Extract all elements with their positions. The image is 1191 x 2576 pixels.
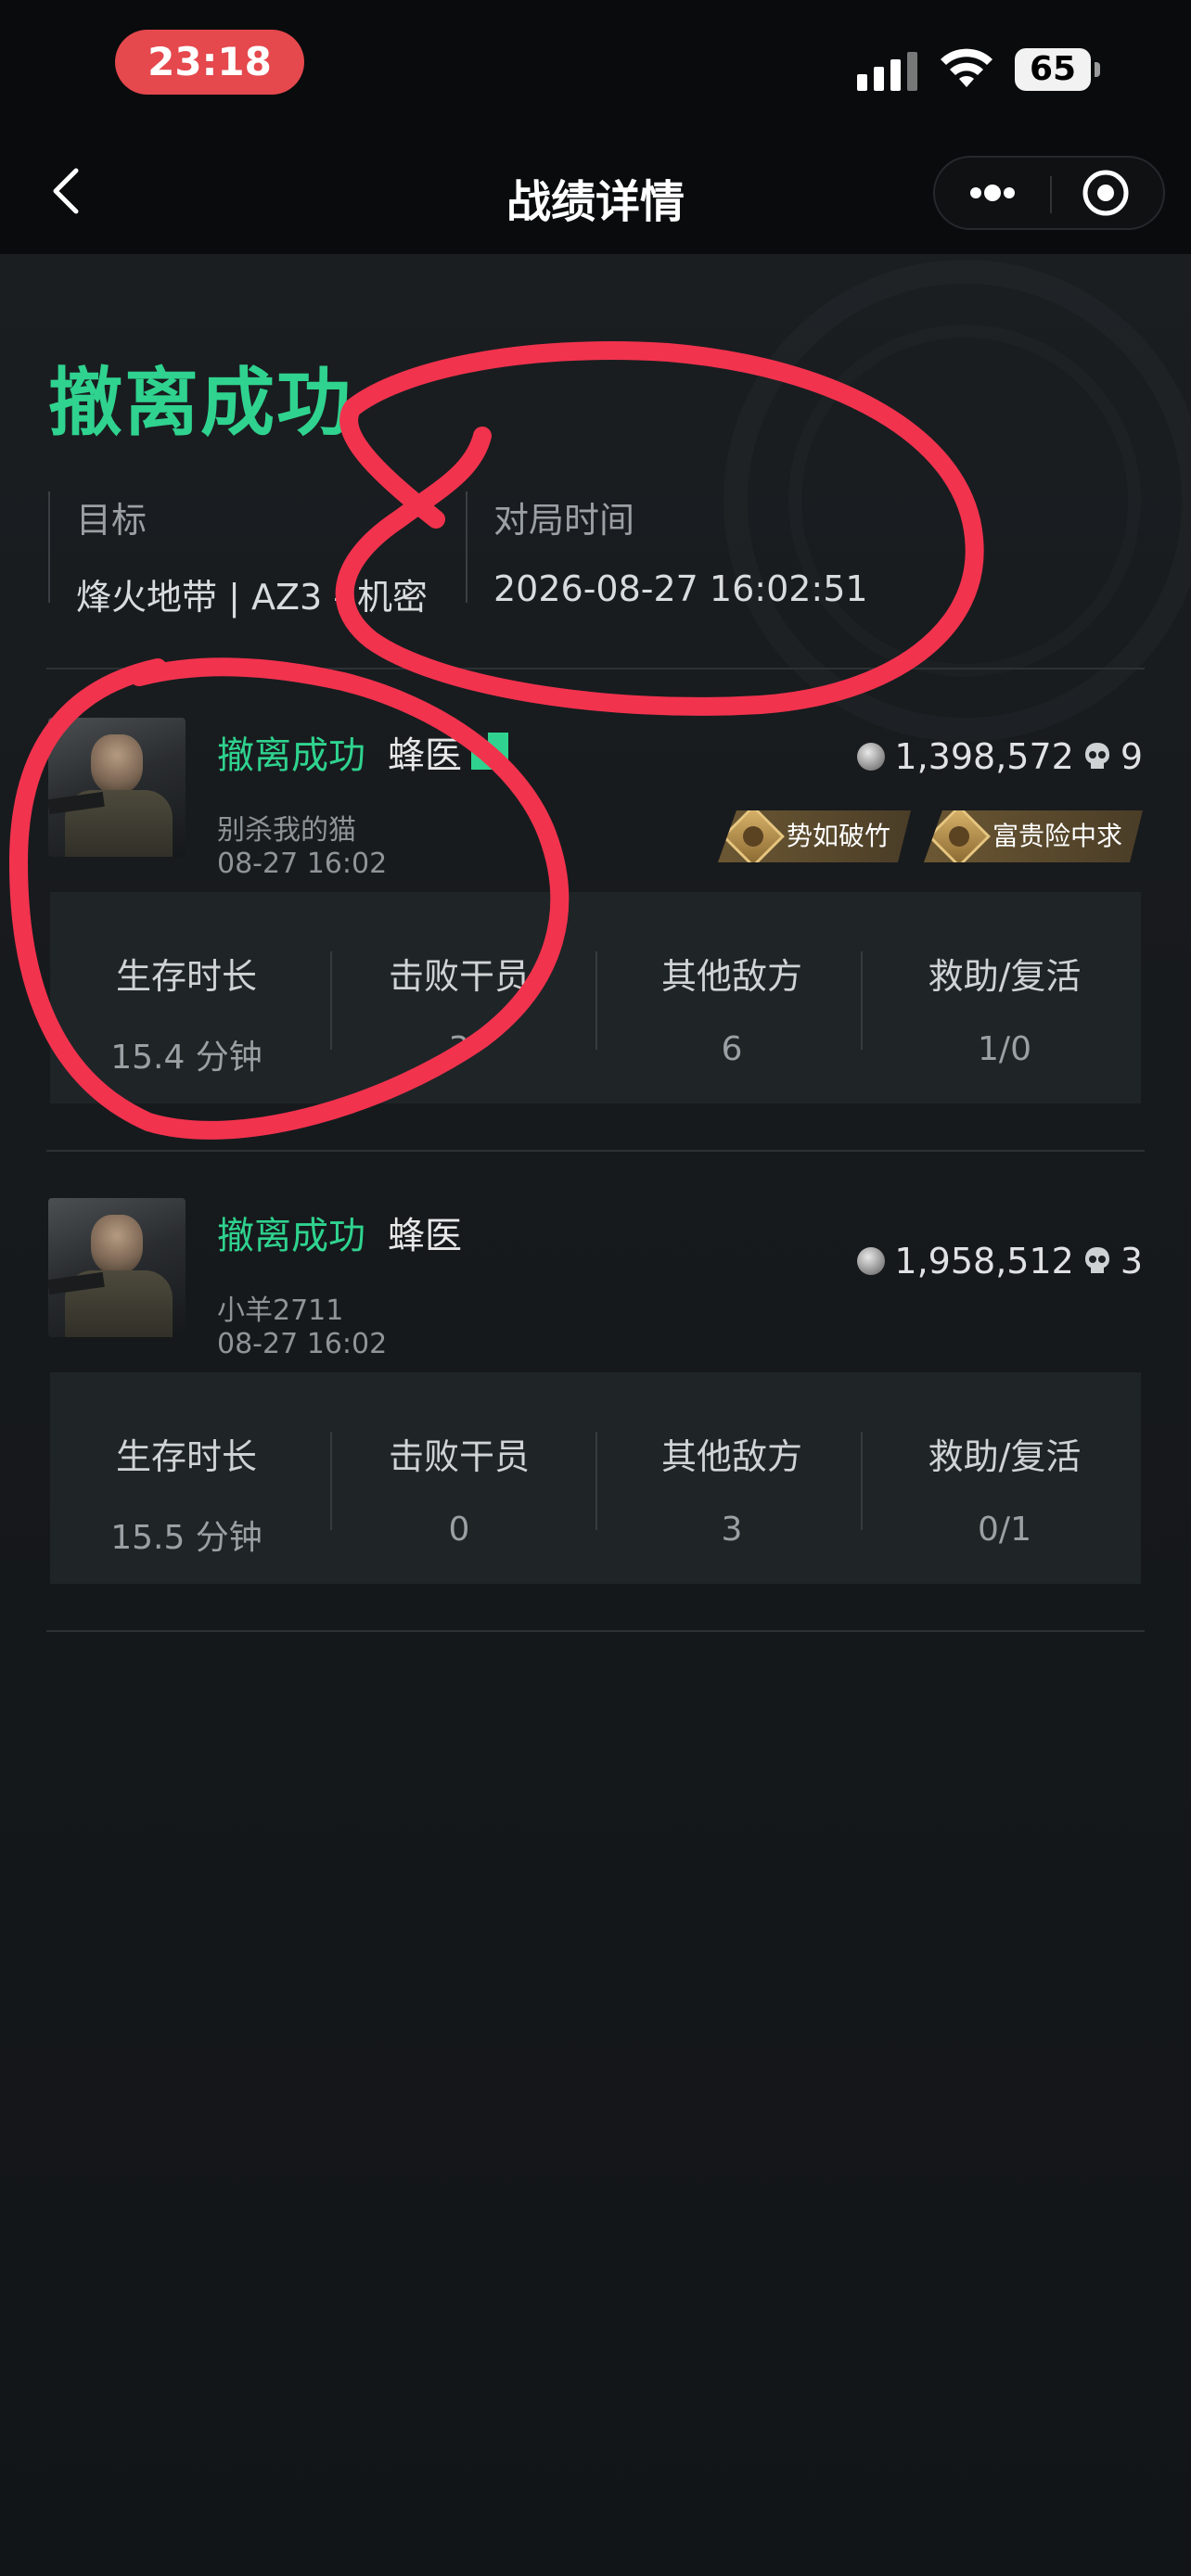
stat-value: 6	[721, 1030, 743, 1068]
status-time: 23:18	[115, 30, 304, 95]
stat-operators-defeated: 击败干员 0	[323, 1372, 596, 1584]
stat-value: 15.5 分钟	[110, 1519, 263, 1557]
kills-value: 3	[1120, 1241, 1143, 1282]
stats-panel: 生存时长 15.4 分钟 击败干员 3 其他敌方 6 救助/复活 1/0	[50, 892, 1141, 1103]
player-assets: 1,958,512 3	[857, 1241, 1143, 1282]
stat-label: 其他敌方	[660, 956, 802, 997]
stat-value: 0/1	[978, 1511, 1031, 1549]
more-dots-icon[interactable]	[935, 158, 1050, 228]
divider	[46, 668, 1145, 670]
player-name: 别杀我的猫	[217, 814, 356, 847]
target-close-icon[interactable]	[1052, 158, 1165, 228]
assets-value: 1,398,572	[894, 736, 1074, 777]
battery-indicator: 65	[1015, 48, 1100, 91]
wifi-icon	[941, 48, 992, 87]
nav-bar: 战绩详情	[0, 130, 1191, 254]
medal-icon	[722, 805, 785, 868]
stat-label: 救助/复活	[928, 1436, 1082, 1477]
role-tag-icon	[471, 733, 508, 770]
skull-icon	[1084, 1247, 1109, 1273]
stat-survival: 生存时长 15.4 分钟	[50, 892, 323, 1103]
badge[interactable]: 富贵险中求	[924, 810, 1143, 862]
stats-panel: 生存时长 15.5 分钟 击败干员 0 其他敌方 3 救助/复活 0/1	[50, 1372, 1141, 1584]
avatar	[48, 718, 186, 857]
stat-value: 15.4 分钟	[110, 1039, 263, 1077]
stat-value: 3	[448, 1030, 470, 1068]
player-time: 08-27 16:02	[217, 1328, 388, 1360]
player-status: 撤离成功	[217, 734, 365, 777]
status-bar: 23:18 65	[0, 0, 1191, 130]
match-time-label: 对局时间	[493, 500, 635, 541]
player-role: 蜂医	[388, 1215, 462, 1257]
badge-label: 富贵险中求	[992, 821, 1122, 851]
page: 23:18 65 战绩详情 撤离成功 目标 烽火地带 | AZ3 - 机密 对局…	[0, 0, 1191, 2576]
stat-other-enemies: 其他敌方 3	[596, 1372, 868, 1584]
assets-value: 1,958,512	[894, 1241, 1074, 1282]
stat-value: 0	[448, 1511, 470, 1549]
stat-label: 击败干员	[388, 956, 530, 997]
divider	[46, 1630, 1145, 1632]
stat-other-enemies: 其他敌方 6	[596, 892, 868, 1103]
target-info: 目标 烽火地带 | AZ3 - 机密	[48, 491, 428, 618]
target-label: 目标	[76, 500, 147, 541]
player-time: 08-27 16:02	[217, 848, 388, 880]
stat-label: 击败干员	[388, 1436, 530, 1477]
skull-icon	[1084, 743, 1109, 769]
badge[interactable]: 势如破竹	[718, 810, 911, 862]
stat-label: 其他敌方	[660, 1436, 802, 1477]
kills-value: 9	[1120, 736, 1143, 777]
stat-label: 生存时长	[115, 956, 257, 997]
target-value: 烽火地带 | AZ3 - 机密	[76, 577, 429, 618]
stat-assist-revive: 救助/复活 0/1	[868, 1372, 1141, 1584]
player-status: 撤离成功	[217, 1215, 365, 1257]
stat-divider	[861, 1432, 863, 1530]
stat-label: 生存时长	[115, 1436, 257, 1477]
player-name: 小羊2711	[217, 1294, 344, 1327]
divider	[46, 1150, 1145, 1152]
match-time-info: 对局时间 2026-08-27 16:02:51	[466, 491, 868, 609]
mini-program-capsule	[933, 156, 1165, 230]
stat-value: 3	[721, 1511, 743, 1549]
player-assets: 1,398,572 9	[857, 736, 1143, 777]
stat-label: 救助/复活	[928, 956, 1082, 997]
coin-icon	[857, 1247, 886, 1275]
stat-value: 1/0	[978, 1030, 1031, 1068]
badge-label: 势如破竹	[786, 821, 890, 851]
medal-icon	[928, 805, 991, 868]
match-time-value: 2026-08-27 16:02:51	[493, 568, 868, 609]
stat-divider	[861, 951, 863, 1050]
avatar	[48, 1198, 186, 1337]
cellular-signal-icon	[857, 50, 918, 91]
badge-row: 势如破竹 富贵险中求	[718, 810, 1143, 862]
coin-icon	[857, 743, 886, 771]
result-title: 撤离成功	[48, 360, 352, 446]
stat-survival: 生存时长 15.5 分钟	[50, 1372, 323, 1584]
stat-operators-defeated: 击败干员 3	[323, 892, 596, 1103]
stat-assist-revive: 救助/复活 1/0	[868, 892, 1141, 1103]
player-role: 蜂医	[388, 734, 462, 777]
